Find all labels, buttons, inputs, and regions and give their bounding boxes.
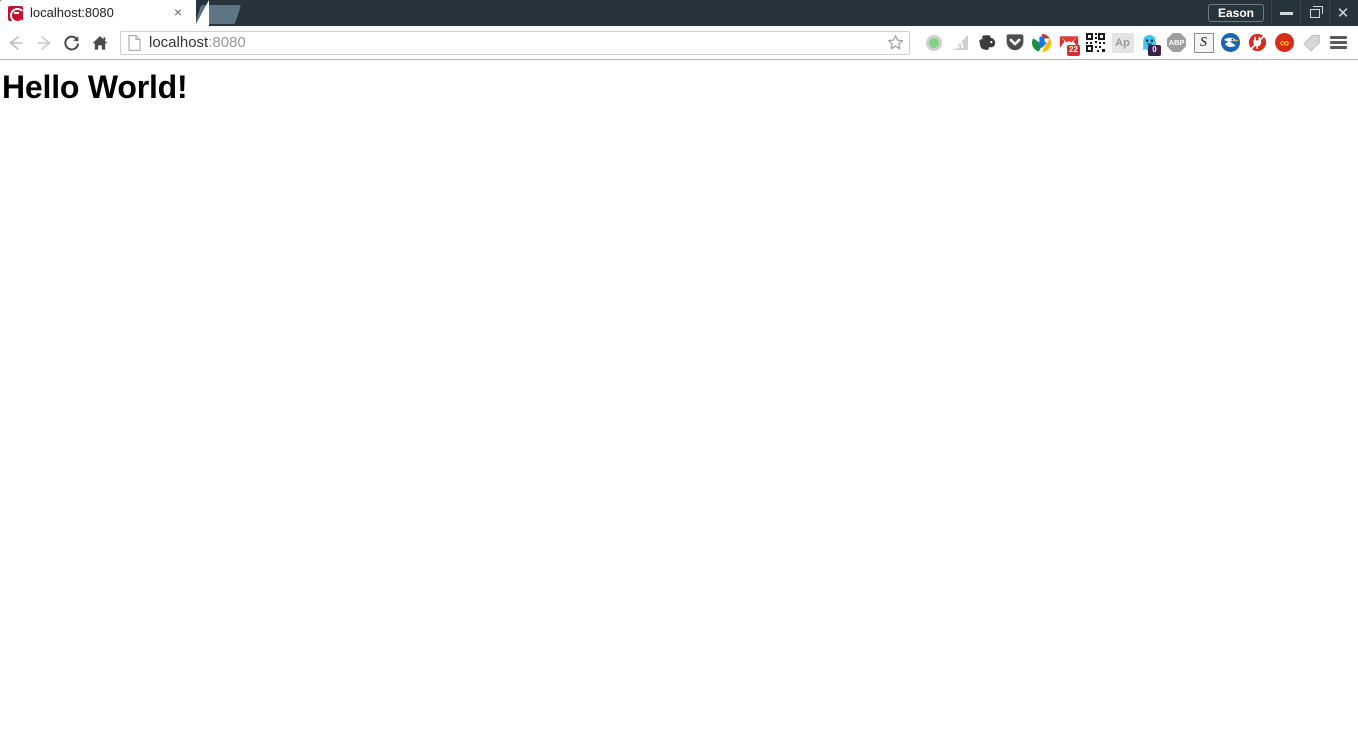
- close-icon: ✕: [1336, 3, 1350, 22]
- qrcode-extension[interactable]: [1082, 29, 1109, 57]
- plug-blocker-extension[interactable]: [1244, 29, 1271, 57]
- tag-icon: [1302, 34, 1320, 52]
- hamburger-menu-icon: [1330, 36, 1347, 49]
- window-controls: Eason ✕: [1207, 0, 1358, 26]
- gmail-extension[interactable]: 22: [1055, 29, 1082, 57]
- back-arrow-icon: [9, 35, 23, 50]
- tab-strip: localhost:8080 × Eason ✕: [0, 0, 1358, 26]
- tab-title: localhost:8080: [30, 5, 114, 20]
- ghostery-tracker-badge: 0: [1148, 44, 1161, 56]
- chrome-download-icon: [1031, 33, 1051, 52]
- ghostery-extension[interactable]: 0: [1136, 29, 1163, 57]
- back-button[interactable]: [2, 29, 30, 57]
- infinity-icon: ∞: [1279, 35, 1290, 50]
- adblock-plus-extension[interactable]: ABP: [1163, 29, 1190, 57]
- document-icon: [128, 34, 141, 51]
- close-window-button[interactable]: ✕: [1329, 0, 1358, 26]
- ap-text-icon: Ap: [1111, 32, 1134, 53]
- tomcat-favicon-icon: [8, 5, 25, 23]
- minimize-button[interactable]: [1271, 0, 1300, 26]
- infinity-circle-icon: ∞: [1275, 33, 1294, 52]
- s-letter-icon: S: [1193, 32, 1214, 53]
- address-host: localhost: [149, 34, 209, 51]
- eagle-icon: [1221, 33, 1240, 52]
- home-icon: [92, 35, 108, 50]
- user-profile-button[interactable]: Eason: [1207, 4, 1264, 22]
- abp-octagon-icon: ABP: [1167, 33, 1186, 52]
- rss-icon: [953, 35, 968, 50]
- s-extension[interactable]: S: [1190, 29, 1217, 57]
- rss-feed-extension[interactable]: [947, 29, 974, 57]
- tab-close-icon[interactable]: ×: [170, 5, 186, 21]
- evernote-elephant-icon: [979, 35, 996, 51]
- pocket-icon: [1006, 34, 1023, 51]
- reload-icon: [64, 35, 79, 50]
- pocket-extension[interactable]: [1001, 29, 1028, 57]
- address-bar-text: localhost:8080: [149, 34, 885, 51]
- browser-tab-active[interactable]: localhost:8080 ×: [0, 0, 209, 26]
- forward-button[interactable]: [30, 29, 58, 57]
- address-bar[interactable]: localhost:8080: [120, 30, 910, 55]
- forward-arrow-icon: [37, 35, 51, 50]
- browser-toolbar: localhost:8080 22 Ap 0 ABP S ∞: [0, 26, 1358, 60]
- blocked-plug-icon: [1248, 33, 1267, 52]
- home-button[interactable]: [86, 29, 114, 57]
- extension-icons: 22 Ap 0 ABP S ∞: [914, 29, 1352, 57]
- page-content: Hello World!: [0, 60, 1358, 738]
- chrome-download-extension[interactable]: [1028, 29, 1055, 57]
- eagle-extension[interactable]: [1217, 29, 1244, 57]
- minimize-icon: [1279, 11, 1293, 15]
- restore-icon: [1310, 5, 1323, 18]
- chrome-menu-button[interactable]: [1325, 29, 1352, 57]
- tag-extension[interactable]: [1298, 29, 1325, 57]
- maximize-restore-button[interactable]: [1300, 0, 1329, 26]
- qr-code-icon: [1086, 33, 1105, 52]
- address-port: :8080: [208, 34, 246, 51]
- reload-button[interactable]: [58, 29, 86, 57]
- infinity-extension[interactable]: ∞: [1271, 29, 1298, 57]
- star-icon[interactable]: [885, 33, 905, 53]
- browser-window: localhost:8080 × Eason ✕ localhost:8080 …: [0, 0, 1358, 738]
- gmail-unread-badge: 22: [1067, 44, 1080, 56]
- green-dot-icon: [925, 34, 942, 51]
- page-heading: Hello World!: [2, 69, 188, 105]
- status-dot-extension[interactable]: [920, 29, 947, 57]
- evernote-extension[interactable]: [974, 29, 1001, 57]
- ap-extension[interactable]: Ap: [1109, 29, 1136, 57]
